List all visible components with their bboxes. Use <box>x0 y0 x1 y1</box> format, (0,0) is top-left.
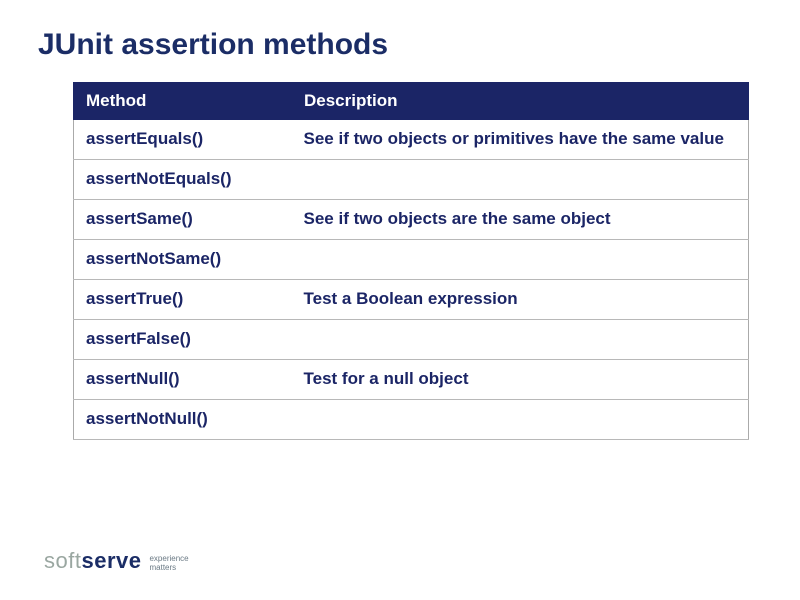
table-row: assertSame() See if two objects are the … <box>74 199 749 239</box>
cell-method: assertNull() <box>74 359 292 399</box>
cell-method: assertNotSame() <box>74 239 292 279</box>
header-description: Description <box>292 83 749 120</box>
table-row: assertNotEquals() <box>74 159 749 199</box>
footer-logo: softserve experience matters <box>44 548 189 574</box>
cell-method: assertFalse() <box>74 319 292 359</box>
tagline-line2: matters <box>149 563 176 572</box>
table-row: assertNotSame() <box>74 239 749 279</box>
cell-description: See if two objects or primitives have th… <box>292 120 749 160</box>
page-title: JUnit assertion methods <box>38 28 756 62</box>
methods-table: Method Description assertEquals() See if… <box>73 82 749 440</box>
table-row: assertNotNull() <box>74 399 749 439</box>
cell-description: Test a Boolean expression <box>292 279 749 319</box>
header-method: Method <box>74 83 292 120</box>
tagline-line1: experience <box>149 554 188 563</box>
cell-description <box>292 399 749 439</box>
cell-method: assertEquals() <box>74 120 292 160</box>
table-header-row: Method Description <box>74 83 749 120</box>
cell-description: Test for a null object <box>292 359 749 399</box>
cell-description <box>292 319 749 359</box>
table-row: assertEquals() See if two objects or pri… <box>74 120 749 160</box>
table-row: assertFalse() <box>74 319 749 359</box>
table-row: assertTrue() Test a Boolean expression <box>74 279 749 319</box>
cell-method: assertNotNull() <box>74 399 292 439</box>
table-row: assertNull() Test for a null object <box>74 359 749 399</box>
logo-soft-text: soft <box>44 548 81 573</box>
cell-method: assertTrue() <box>74 279 292 319</box>
cell-description <box>292 239 749 279</box>
logo-serve-text: serve <box>81 548 141 573</box>
logo-tagline: experience matters <box>149 555 188 573</box>
cell-description <box>292 159 749 199</box>
cell-method: assertSame() <box>74 199 292 239</box>
logo-soft: softserve <box>44 548 141 574</box>
cell-description: See if two objects are the same object <box>292 199 749 239</box>
cell-method: assertNotEquals() <box>74 159 292 199</box>
slide: JUnit assertion methods Method Descripti… <box>0 0 800 600</box>
